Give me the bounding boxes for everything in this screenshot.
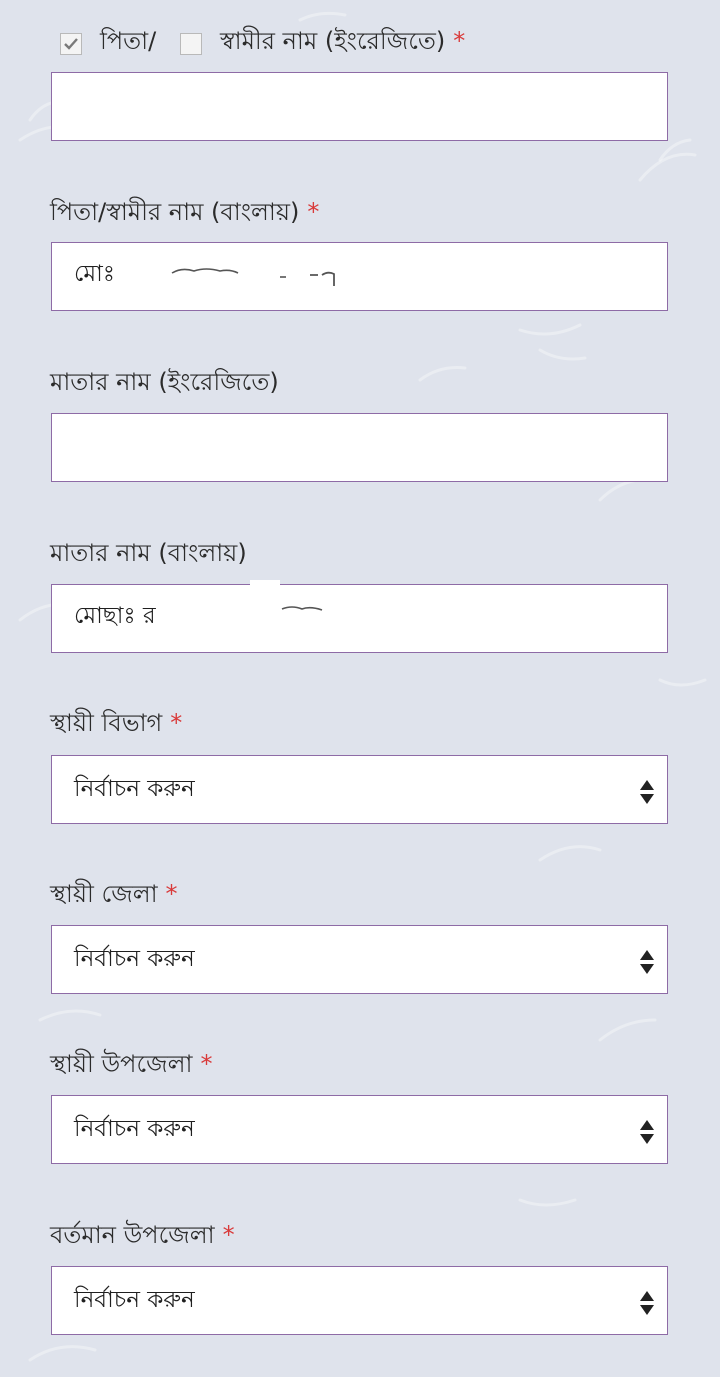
required-mark: *: [170, 709, 183, 737]
father-name-en-input[interactable]: [51, 72, 668, 141]
mother-name-en-input[interactable]: [51, 413, 668, 482]
check-icon: [64, 38, 78, 50]
select-updown-icon: [640, 1120, 654, 1144]
mother-name-bn-input[interactable]: মোছাঃ র: [51, 584, 668, 653]
permanent-upazila-select[interactable]: নির্বাচন করুন: [51, 1095, 668, 1164]
required-mark: *: [222, 1221, 235, 1249]
required-mark: *: [165, 880, 178, 908]
redacted-text-fragments: [281, 606, 323, 611]
father-name-bn-value: মোঃ: [74, 261, 116, 287]
permanent-district-label: স্থায়ী জেলা *: [50, 880, 178, 908]
select-updown-icon: [640, 1291, 654, 1315]
permanent-district-selected: নির্বাচন করুন: [74, 946, 195, 972]
required-mark: *: [307, 198, 320, 226]
redacted-text-fragments: [171, 268, 335, 286]
husband-checkbox-label: স্বামীর নাম (ইংরেজিতে) *: [220, 27, 466, 55]
father-checkbox-label: পিতা/: [100, 27, 157, 55]
father-checkbox[interactable]: [60, 33, 82, 55]
select-updown-icon: [640, 780, 654, 804]
permanent-division-selected: নির্বাচন করুন: [74, 776, 195, 802]
permanent-upazila-selected: নির্বাচন করুন: [74, 1116, 195, 1142]
required-mark: *: [200, 1050, 213, 1078]
present-upazila-label: বর্তমান উপজেলা *: [50, 1221, 235, 1249]
father-name-bn-label: পিতা/স্বামীর নাম (বাংলায়) *: [50, 198, 320, 226]
mother-name-en-label: মাতার নাম (ইংরেজিতে): [50, 368, 279, 396]
mother-name-bn-label: মাতার নাম (বাংলায়): [50, 539, 247, 567]
father-name-bn-input[interactable]: মোঃ: [51, 242, 668, 311]
registration-form: পিতা/ স্বামীর নাম (ইংরেজিতে) * পিতা/স্বাম…: [0, 0, 720, 1377]
permanent-upazila-label: স্থায়ী উপজেলা *: [50, 1050, 213, 1078]
permanent-division-select[interactable]: নির্বাচন করুন: [51, 755, 668, 824]
required-mark: *: [453, 27, 466, 55]
husband-checkbox[interactable]: [180, 33, 202, 55]
permanent-district-select[interactable]: নির্বাচন করুন: [51, 925, 668, 994]
redaction-patch: [250, 580, 280, 590]
present-upazila-selected: নির্বাচন করুন: [74, 1287, 195, 1313]
present-upazila-select[interactable]: নির্বাচন করুন: [51, 1266, 668, 1335]
select-updown-icon: [640, 950, 654, 974]
mother-name-bn-value: মোছাঃ র: [74, 603, 156, 629]
permanent-division-label: স্থায়ী বিভাগ *: [50, 709, 183, 737]
